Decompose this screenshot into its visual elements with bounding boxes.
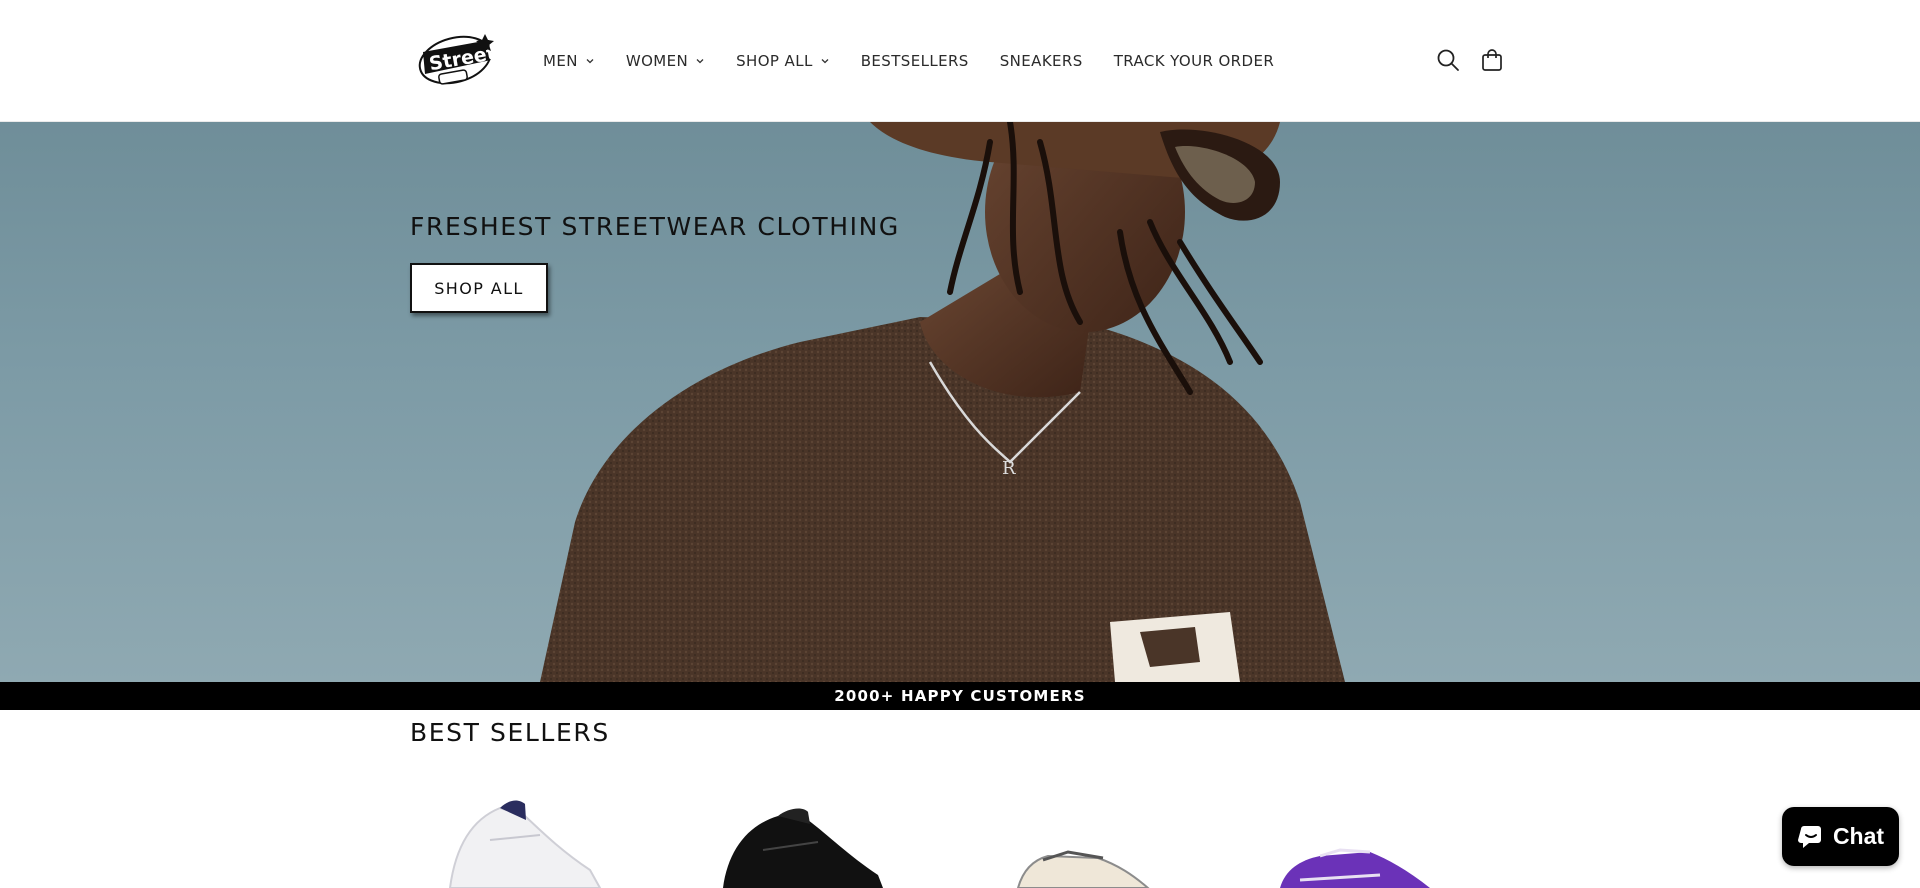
nav-item-bestsellers[interactable]: BESTSELLERS	[861, 52, 969, 70]
product-card[interactable]	[430, 780, 680, 888]
nav-item-label: TRACK YOUR ORDER	[1113, 52, 1275, 70]
product-card[interactable]	[988, 780, 1238, 888]
chat-button[interactable]: Chat	[1782, 807, 1899, 866]
product-card[interactable]	[708, 780, 958, 888]
chevron-down-icon	[821, 59, 829, 64]
site-header: Street MEN WOMEN SHOP ALL BESTSELLERS SN…	[0, 0, 1920, 122]
search-button[interactable]	[1435, 47, 1461, 73]
nav-item-label: BESTSELLERS	[860, 52, 969, 70]
nav-item-shop-all[interactable]: SHOP ALL	[736, 52, 830, 70]
nav-item-label: WOMEN	[625, 52, 689, 70]
product-card[interactable]	[1260, 780, 1510, 888]
cart-button[interactable]	[1479, 47, 1505, 73]
nav-item-label: SNEAKERS	[999, 52, 1083, 70]
svg-text:R: R	[1002, 458, 1016, 479]
chat-bubble-icon	[1797, 825, 1821, 848]
hero-banner: R FRESHEST STREETWEAR CLOTHING SHOP ALL	[0, 122, 1920, 682]
main-nav: MEN WOMEN SHOP ALL BESTSELLERS SNEAKERS …	[543, 0, 1305, 122]
best-sellers-grid	[410, 780, 1510, 888]
white-purple-sneaker-image	[448, 800, 602, 888]
chevron-down-icon	[586, 59, 594, 64]
black-sneaker-image	[723, 808, 883, 888]
nav-item-men[interactable]: MEN	[543, 52, 595, 70]
purple-sneaker-image	[1280, 848, 1430, 888]
chevron-down-icon	[696, 59, 704, 64]
nav-item-label: SHOP ALL	[736, 52, 813, 70]
hero-shop-all-button[interactable]: SHOP ALL	[410, 263, 548, 313]
announcement-text: 2000+ HAPPY CUSTOMERS	[834, 687, 1086, 705]
best-sellers-title: BEST SELLERS	[410, 718, 610, 747]
cream-grey-sneaker-image	[1016, 850, 1150, 888]
search-icon	[1437, 49, 1459, 71]
nav-item-track-order[interactable]: TRACK YOUR ORDER	[1114, 52, 1274, 70]
nav-item-women[interactable]: WOMEN	[626, 52, 705, 70]
chat-label: Chat	[1832, 823, 1885, 849]
hero-title: FRESHEST STREETWEAR CLOTHING	[410, 212, 900, 241]
cart-icon	[1482, 49, 1502, 71]
hero-image: R	[540, 122, 1345, 682]
nav-item-label: MEN	[543, 52, 578, 70]
announcement-bar: 2000+ HAPPY CUSTOMERS	[0, 682, 1920, 710]
nav-item-sneakers[interactable]: SNEAKERS	[1000, 52, 1083, 70]
site-logo[interactable]: Street	[415, 30, 497, 88]
